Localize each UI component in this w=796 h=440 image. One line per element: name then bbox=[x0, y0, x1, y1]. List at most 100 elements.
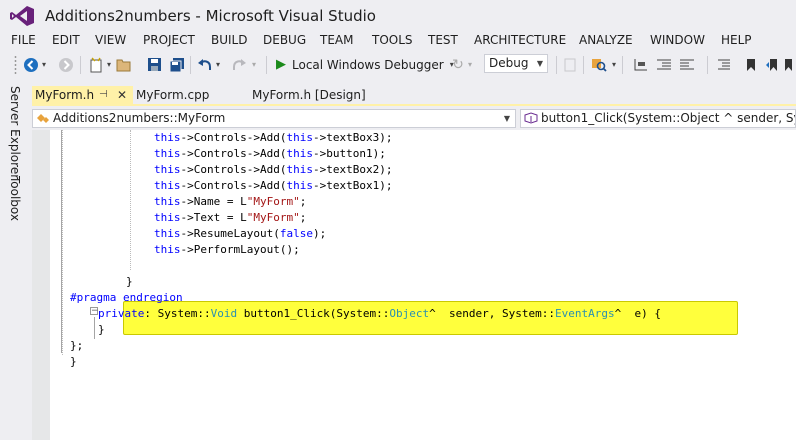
bookmark-previous-icon[interactable] bbox=[764, 55, 780, 74]
server-explorer-tab[interactable]: Server Explorer bbox=[8, 86, 22, 179]
comment-icon[interactable] bbox=[716, 55, 732, 74]
new-project-dropdown-icon[interactable]: ▾ bbox=[105, 55, 113, 74]
code-token: this bbox=[286, 131, 313, 144]
solution-configuration-select[interactable]: Debug ▼ bbox=[484, 54, 548, 73]
tab-myform-cpp[interactable]: MyForm.cpp bbox=[132, 86, 209, 104]
indent-guide bbox=[130, 130, 131, 270]
scope-value: Additions2numbers::MyForm bbox=[53, 111, 226, 125]
code-token: "MyForm" bbox=[246, 211, 300, 224]
member-dropdown[interactable]: button1_Click(System::Object ^ sender, S… bbox=[520, 109, 796, 128]
start-debug-button[interactable]: ▶ Local Windows Debugger ▾ bbox=[276, 55, 466, 74]
menu-build[interactable]: BUILD bbox=[211, 33, 247, 47]
class-view-icon[interactable] bbox=[632, 55, 650, 74]
visual-studio-logo-icon bbox=[10, 6, 34, 26]
code-token: this bbox=[154, 147, 181, 160]
bookmark-icon[interactable] bbox=[744, 55, 758, 74]
menu-team[interactable]: TEAM bbox=[320, 33, 353, 47]
code-token: this bbox=[154, 243, 181, 256]
code-token: ->ResumeLayout( bbox=[180, 227, 280, 240]
save-icon[interactable] bbox=[145, 55, 163, 74]
tab-myform-h[interactable]: MyForm.h ⊣ ✕ bbox=[32, 86, 133, 104]
forward-icon[interactable] bbox=[57, 55, 75, 74]
method-icon bbox=[524, 112, 538, 124]
menu-edit[interactable]: EDIT bbox=[52, 33, 80, 47]
code-token: ^ e) { bbox=[614, 307, 661, 320]
save-all-icon[interactable] bbox=[168, 55, 186, 74]
tab-label: MyForm.h bbox=[35, 88, 95, 102]
code-token: ->Controls->Add( bbox=[180, 179, 287, 192]
code-token: ); bbox=[312, 227, 327, 240]
title-bar: Additions2numbers - Microsoft Visual Stu… bbox=[0, 0, 796, 32]
refresh-icon[interactable]: ↻ bbox=[450, 55, 466, 74]
undo-icon[interactable] bbox=[196, 55, 214, 74]
code-token: ->Name = L bbox=[180, 195, 247, 208]
code-line: this->Controls->Add(this->button1); bbox=[154, 146, 386, 162]
indent-icon[interactable] bbox=[678, 55, 696, 74]
toolbar-separator bbox=[266, 56, 267, 74]
pin-icon[interactable]: ⊣ bbox=[99, 86, 108, 104]
open-icon[interactable] bbox=[115, 55, 133, 74]
tab-myform-design[interactable]: MyForm.h [Design] bbox=[248, 86, 366, 104]
toolbar-grip[interactable] bbox=[14, 55, 17, 74]
back-icon[interactable] bbox=[22, 55, 40, 74]
scope-dropdown-icon: ▼ bbox=[503, 114, 510, 123]
code-token: ->button1); bbox=[312, 147, 386, 160]
code-editor[interactable]: − this->Controls->Add(this->textBox3); th… bbox=[32, 130, 796, 440]
code-token: Void bbox=[210, 307, 238, 320]
code-token: button1_Click(System:: bbox=[237, 307, 390, 320]
outdent-icon[interactable] bbox=[655, 55, 673, 74]
close-icon[interactable]: ✕ bbox=[117, 86, 127, 104]
menu-window[interactable]: WINDOW bbox=[650, 33, 705, 47]
menu-debug[interactable]: DEBUG bbox=[263, 33, 306, 47]
code-line: this->Controls->Add(this->textBox3); bbox=[154, 130, 392, 146]
menu-help[interactable]: HELP bbox=[721, 33, 752, 47]
code-token: this bbox=[154, 163, 181, 176]
document-tabs: MyForm.h ⊣ ✕ MyForm.cpp MyForm.h [Design… bbox=[32, 86, 796, 104]
code-token: ->Controls->Add( bbox=[180, 131, 287, 144]
scope-dropdown[interactable]: Additions2numbers::MyForm ▼ bbox=[32, 109, 516, 128]
redo-dropdown-icon[interactable]: ▾ bbox=[250, 55, 258, 74]
toolbar-separator bbox=[556, 56, 557, 74]
code-token: this bbox=[286, 179, 313, 192]
menu-analyze[interactable]: ANALYZE bbox=[579, 33, 633, 47]
menu-file[interactable]: FILE bbox=[11, 33, 36, 47]
code-line: this->Name = L"MyForm"; bbox=[154, 194, 306, 210]
configuration-dropdown-icon: ▼ bbox=[536, 59, 543, 68]
menu-test[interactable]: TEST bbox=[428, 33, 458, 47]
bookmark-next-icon[interactable] bbox=[784, 55, 796, 74]
find-dropdown-icon[interactable]: ▾ bbox=[610, 55, 618, 74]
code-line: this->PerformLayout(); bbox=[154, 242, 300, 258]
menu-project[interactable]: PROJECT bbox=[143, 33, 195, 47]
menu-tools[interactable]: TOOLS bbox=[372, 33, 413, 47]
window-title: Additions2numbers - Microsoft Visual Stu… bbox=[45, 7, 376, 25]
back-dropdown-icon[interactable]: ▾ bbox=[40, 55, 48, 74]
code-token: this bbox=[154, 131, 181, 144]
menu-bar: FILE EDIT VIEW PROJECT BUILD DEBUG TEAM … bbox=[0, 32, 796, 50]
code-token: #pragma endregion bbox=[70, 291, 183, 304]
toolbar-separator bbox=[80, 56, 81, 74]
code-token: ; bbox=[299, 195, 307, 208]
code-line: this->ResumeLayout(false); bbox=[154, 226, 326, 242]
new-project-icon[interactable] bbox=[87, 55, 105, 74]
code-line: this->Controls->Add(this->textBox1); bbox=[154, 178, 392, 194]
indent-guide bbox=[62, 130, 63, 355]
properties-icon[interactable] bbox=[562, 55, 578, 74]
code-line: this->Controls->Add(this->textBox2); bbox=[154, 162, 392, 178]
menu-architecture[interactable]: ARCHITECTURE bbox=[474, 33, 566, 47]
code-token: } bbox=[70, 355, 77, 368]
code-token: }; bbox=[70, 339, 84, 352]
find-icon[interactable] bbox=[590, 55, 608, 74]
collapse-icon[interactable]: − bbox=[90, 307, 99, 316]
redo-icon[interactable] bbox=[230, 55, 248, 74]
editor-margin bbox=[32, 130, 50, 440]
code-token: ->Text = L bbox=[180, 211, 247, 224]
refresh-dropdown-icon[interactable]: ▾ bbox=[466, 55, 474, 74]
undo-dropdown-icon[interactable]: ▾ bbox=[214, 55, 222, 74]
toolbar-separator bbox=[583, 56, 584, 74]
code-token: private bbox=[98, 307, 145, 320]
code-token: this bbox=[154, 179, 181, 192]
menu-view[interactable]: VIEW bbox=[95, 33, 126, 47]
code-token: this bbox=[154, 195, 181, 208]
member-value: button1_Click(System::Object ^ sender, S… bbox=[541, 111, 795, 125]
toolbox-tab[interactable]: Toolbox bbox=[8, 176, 22, 221]
